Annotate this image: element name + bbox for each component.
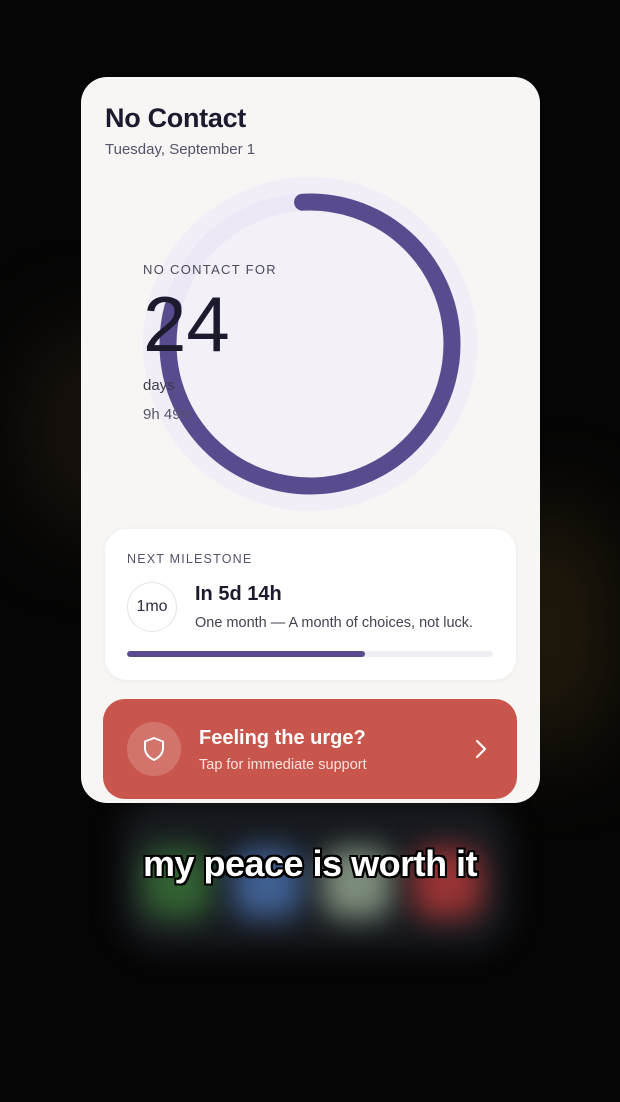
no-contact-widget[interactable]: No Contact Tuesday, September 1 NO CONTA… [81,77,540,803]
shield-icon [127,722,181,776]
milestone-progress-bar [127,651,493,657]
milestone-badge: 1mo [127,582,177,632]
counter-caption: NO CONTACT FOR [143,262,277,277]
video-caption: my peace is worth it [142,843,478,884]
progress-ring: NO CONTACT FOR 24 days 9h 49m [143,177,477,511]
days-unit: days [143,377,175,394]
urge-support-button[interactable]: Feeling the urge? Tap for immediate supp… [103,699,517,799]
milestone-label: NEXT MILESTONE [127,552,253,566]
days-count: 24 [143,280,230,368]
next-milestone-card[interactable]: NEXT MILESTONE 1mo In 5d 14h One month —… [105,529,516,680]
current-date: Tuesday, September 1 [105,141,256,158]
milestone-progress-fill [127,651,365,657]
widget-title: No Contact [105,103,246,133]
urge-title: Feeling the urge? [199,727,366,749]
milestone-countdown: In 5d 14h [195,583,282,605]
milestone-description: One month — A month of choices, not luck… [195,615,474,631]
urge-subtitle: Tap for immediate support [199,757,367,773]
chevron-right-icon [475,739,487,764]
time-elapsed: 9h 49m [143,406,194,423]
